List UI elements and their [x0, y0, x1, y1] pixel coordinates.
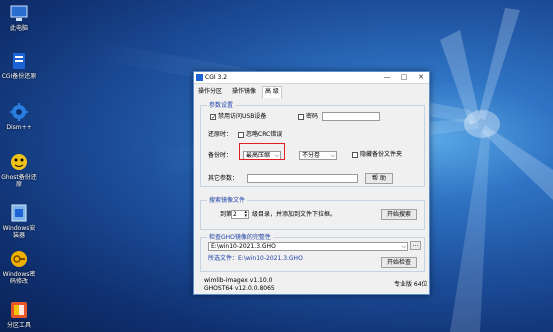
desktop-icon-cgi[interactable]: CGI备份还原 [0, 51, 38, 80]
desktop-icon-windows-password[interactable]: Windows密码修改 [0, 249, 38, 285]
maximize-button[interactable]: □ [396, 72, 412, 83]
password-key-icon [9, 249, 29, 269]
gho-path-value: E:\win10-2021.3.GHO [211, 243, 276, 250]
selected-file-label: 所选文件：E:\win10-2021.3.GHO [208, 255, 303, 262]
ignore-crc-checkbox[interactable] [238, 132, 244, 138]
desktop-icon-ghost[interactable]: Ghost备份还原 [0, 152, 38, 188]
ghost-icon [9, 152, 29, 172]
check-group-label: 检查GHO镜像的完整性 [207, 234, 273, 241]
app-icon [196, 74, 203, 81]
split-value: 不分卷 [302, 152, 321, 159]
tab-operate-image[interactable]: 操作镜像 [230, 87, 258, 97]
annotation-highlight-box [239, 143, 285, 160]
tab-operate-partition[interactable]: 操作分区 [196, 87, 224, 97]
desktop-icon-windows-installer[interactable]: Windows安装器 [0, 203, 38, 239]
gear-icon [9, 102, 29, 122]
disable-usb-label: 禁用访问USB设备 [218, 113, 267, 120]
depth-stepper[interactable]: 2 ▴ ▾ [231, 210, 249, 219]
split-select[interactable]: 不分卷 ⌵ [299, 151, 337, 160]
close-button[interactable]: ✕ [413, 72, 429, 83]
gho-path-select[interactable]: E:\win10-2021.3.GHO ⌵ [208, 242, 408, 251]
cgi-window: CGI 3.2 — □ ✕ 操作分区 操作镜像 高 级 参数设置 ✓ 禁用访问U… [193, 71, 430, 295]
start-check-button[interactable]: 开始检查 [381, 257, 417, 268]
desktop-icon-this-pc[interactable]: 此电脑 [0, 3, 38, 32]
start-search-button[interactable]: 开始搜索 [381, 209, 417, 220]
computer-icon [9, 3, 29, 23]
minimize-button[interactable]: — [379, 72, 395, 83]
chevron-down-icon: ⌵ [330, 152, 335, 159]
cgi-backup-icon [9, 51, 29, 71]
password-checkbox[interactable] [298, 114, 304, 120]
wimlib-version: wimlib-imagex v1.10.0 [204, 277, 273, 284]
edition-label: 专业版 64位 [394, 281, 428, 288]
tab-advanced[interactable]: 高 级 [262, 86, 282, 98]
ignore-crc-label: 忽略CRC错误 [246, 131, 283, 138]
restore-label: 还原时： [208, 131, 233, 138]
other-params-label: 其它参数： [208, 175, 239, 182]
hide-backup-checkbox[interactable] [352, 152, 358, 158]
help-button[interactable]: 帮 助 [365, 173, 393, 184]
title-bar: CGI 3.2 — □ ✕ [194, 72, 429, 84]
hide-backup-label: 隐藏备份文件夹 [360, 151, 403, 158]
partition-tool-icon [9, 300, 29, 320]
disable-usb-checkbox[interactable]: ✓ [210, 114, 216, 121]
search-group-label: 搜索镜像文件 [207, 197, 248, 204]
depth-value: 2 [233, 211, 237, 218]
backup-label: 备份时： [208, 152, 233, 159]
password-label: 密码 [306, 113, 319, 120]
depth-suffix-label: 级目录，并添加到文件下拉框。 [252, 211, 337, 218]
password-input[interactable] [322, 112, 380, 121]
windows-installer-icon [9, 203, 29, 223]
window-title: CGI 3.2 [205, 74, 228, 81]
browse-button[interactable]: ... [410, 241, 421, 250]
params-group-label: 参数设置 [207, 102, 236, 109]
chevron-down-icon: ⌵ [401, 243, 406, 250]
ghost-version: GHOST64 v12.0.0.8065 [204, 285, 275, 292]
desktop-icon-dism[interactable]: Dism++ [0, 102, 38, 131]
desktop-icon-partition-tool[interactable]: 分区工具 [0, 300, 38, 329]
other-params-input[interactable] [247, 174, 358, 183]
spin-arrows-icon[interactable]: ▴ ▾ [244, 211, 247, 218]
